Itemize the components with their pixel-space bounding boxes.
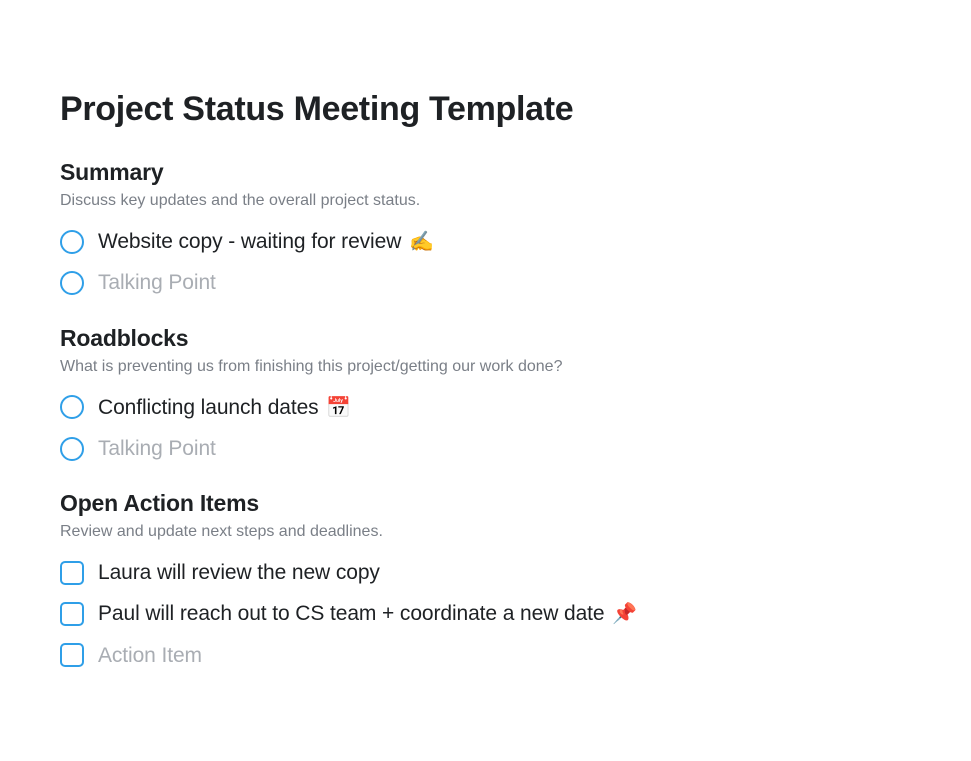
summary-subtext: Discuss key updates and the overall proj… bbox=[60, 192, 911, 210]
talking-point-text[interactable]: Conflicting launch dates 📅 bbox=[98, 394, 351, 421]
page-title: Project Status Meeting Template bbox=[60, 90, 911, 129]
action-item-text[interactable]: Paul will reach out to CS team + coordin… bbox=[98, 600, 637, 627]
section-roadblocks: Roadblocks What is preventing us from fi… bbox=[60, 325, 911, 463]
talking-point-placeholder[interactable]: Talking Point bbox=[98, 269, 216, 296]
writing-hand-icon: ✍️ bbox=[409, 231, 434, 253]
summary-heading: Summary bbox=[60, 159, 911, 186]
action-item-placeholder[interactable]: Action Item bbox=[98, 642, 202, 669]
pushpin-icon: 📌 bbox=[612, 603, 637, 625]
talking-point-row: Talking Point bbox=[60, 435, 911, 462]
calendar-icon: 📅 bbox=[326, 397, 351, 419]
square-checkbox-icon[interactable] bbox=[60, 602, 84, 626]
action-item-row: Laura will review the new copy bbox=[60, 559, 911, 586]
roadblocks-heading: Roadblocks bbox=[60, 325, 911, 352]
roadblocks-subtext: What is preventing us from finishing thi… bbox=[60, 358, 911, 376]
action-item-row: Action Item bbox=[60, 642, 911, 669]
open-action-items-subtext: Review and update next steps and deadlin… bbox=[60, 523, 911, 541]
circle-checkbox-icon[interactable] bbox=[60, 271, 84, 295]
talking-point-row: Conflicting launch dates 📅 bbox=[60, 394, 911, 421]
open-action-items-heading: Open Action Items bbox=[60, 490, 911, 517]
circle-checkbox-icon[interactable] bbox=[60, 437, 84, 461]
talking-point-row: Website copy - waiting for review ✍️ bbox=[60, 228, 911, 255]
circle-checkbox-icon[interactable] bbox=[60, 230, 84, 254]
section-open-action-items: Open Action Items Review and update next… bbox=[60, 490, 911, 669]
circle-checkbox-icon[interactable] bbox=[60, 395, 84, 419]
section-summary: Summary Discuss key updates and the over… bbox=[60, 159, 911, 297]
talking-point-placeholder[interactable]: Talking Point bbox=[98, 435, 216, 462]
talking-point-text[interactable]: Website copy - waiting for review ✍️ bbox=[98, 228, 434, 255]
square-checkbox-icon[interactable] bbox=[60, 643, 84, 667]
talking-point-row: Talking Point bbox=[60, 269, 911, 296]
square-checkbox-icon[interactable] bbox=[60, 561, 84, 585]
action-item-row: Paul will reach out to CS team + coordin… bbox=[60, 600, 911, 627]
action-item-text[interactable]: Laura will review the new copy bbox=[98, 559, 380, 586]
